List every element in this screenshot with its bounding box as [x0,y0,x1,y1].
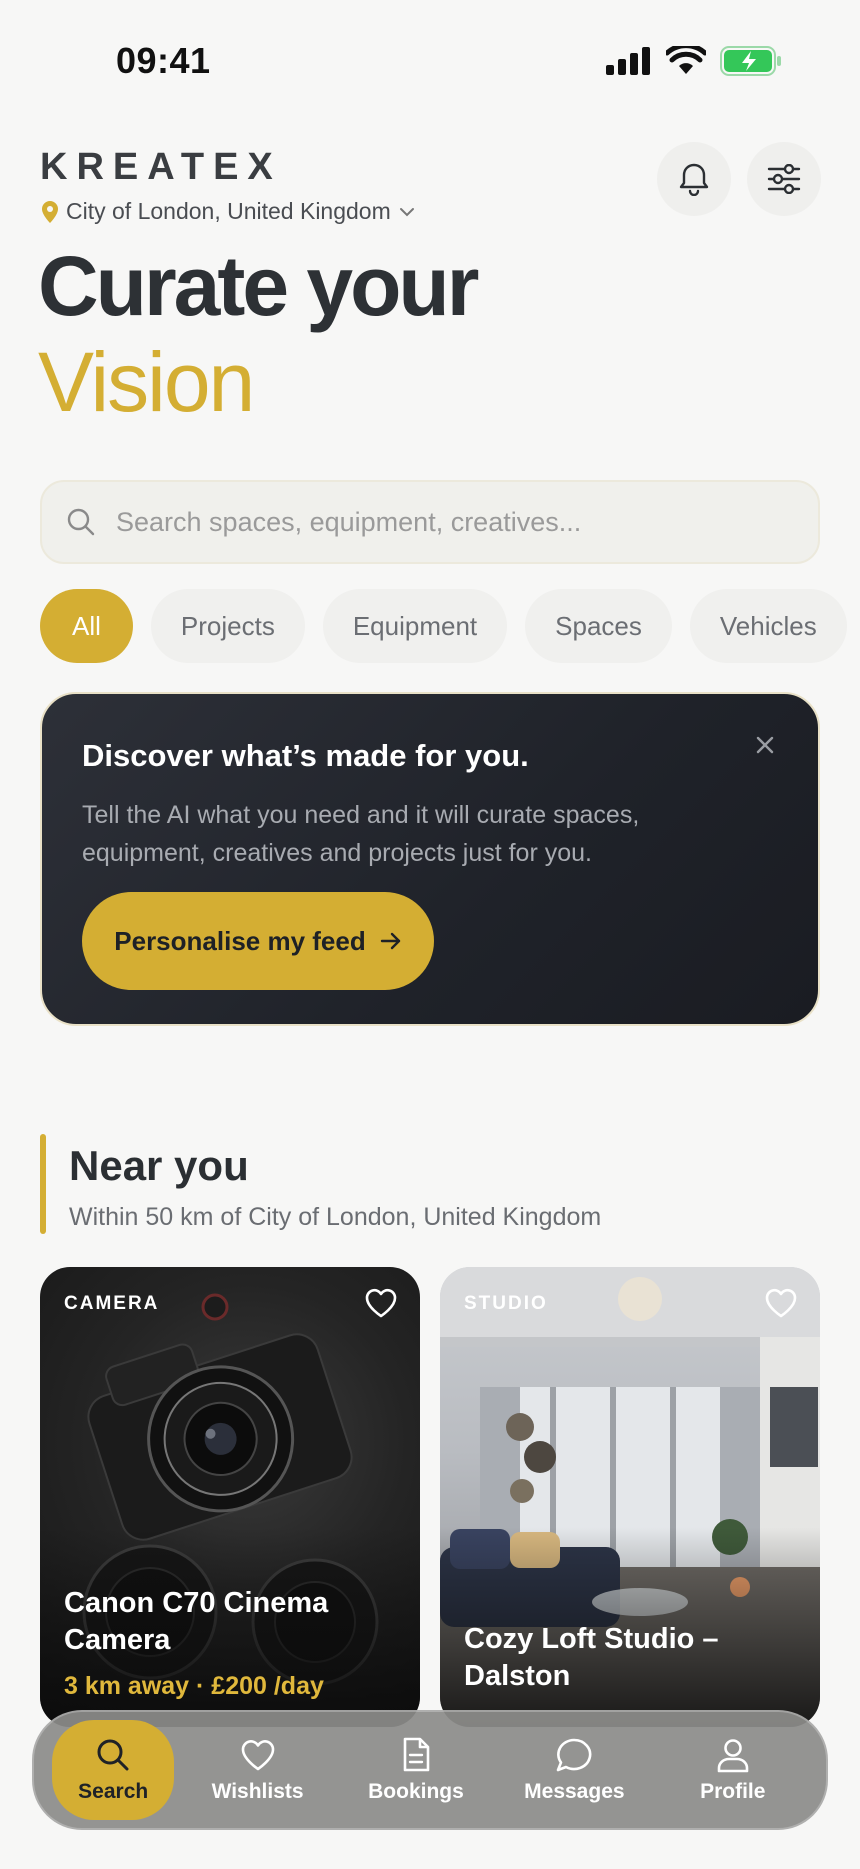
brand-logo: KREATEX [40,146,282,188]
personalise-promo-card: Discover what’s made for you. Tell the A… [40,692,820,1026]
chip-spaces[interactable]: Spaces [525,589,672,663]
promo-title: Discover what’s made for you. [82,738,529,773]
cellular-signal-icon [606,47,650,75]
wishlist-button[interactable] [764,1287,798,1324]
heart-icon [365,1288,397,1318]
card-category-tag: CAMERA [64,1293,160,1314]
bottom-tab-bar: Search Wishlists Bookings Messages Profi… [32,1710,828,1830]
close-icon [756,736,774,754]
tab-profile[interactable]: Profile [658,1720,808,1820]
search-icon [67,508,95,536]
home-indicator-area [0,1840,860,1869]
tab-wishlists[interactable]: Wishlists [183,1720,333,1820]
location-label: City of London, United Kingdom [66,198,391,224]
section-subtitle-near-you: Within 50 km of City of London, United K… [69,1203,602,1231]
hero-title-accent: Vision [38,335,255,429]
heart-icon [765,1288,797,1318]
listing-card-camera[interactable]: CAMERA Canon C70 Cinema Camera 3 km away… [40,1267,420,1727]
heart-icon [241,1740,274,1771]
tab-label: Messages [524,1780,625,1803]
status-bar: 09:41 [0,0,860,120]
chip-all[interactable]: All [40,589,133,663]
tab-bookings[interactable]: Bookings [341,1720,491,1820]
chip-equipment[interactable]: Equipment [322,589,508,663]
location-selector[interactable]: City of London, United Kingdom [42,198,415,225]
promo-close-button[interactable] [750,730,780,760]
tab-label: Profile [700,1780,766,1803]
promo-description: Tell the AI what you need and it will cu… [82,801,640,867]
card-title: Canon C70 Cinema Camera [64,1587,329,1656]
tab-search[interactable]: Search [52,1720,175,1820]
personalise-feed-label: Personalise my feed [114,925,366,956]
card-meta: 3 km away · £200 /day [64,1672,324,1700]
search-icon [97,1739,129,1771]
wifi-icon [666,46,706,74]
card-title: Cozy Loft Studio – Dalston [464,1623,719,1692]
search-bar[interactable] [40,480,820,564]
tab-label: Bookings [368,1780,464,1803]
battery-charging-icon [720,46,781,76]
chat-bubble-icon [557,1738,592,1772]
category-chips: All Projects Equipment Spaces Vehicles [40,589,847,663]
hero-title: Curate your [38,239,479,333]
map-pin-icon [42,200,58,223]
listing-card-studio[interactable]: STUDIO Cozy Loft Studio – Dalston [440,1267,820,1727]
section-accent-bar [40,1134,46,1234]
tab-label: Wishlists [211,1780,304,1803]
tab-label: Search [78,1780,149,1803]
arrow-right-icon [380,932,400,950]
wishlist-button[interactable] [364,1287,398,1324]
person-icon [717,1739,749,1773]
card-category-tag: STUDIO [464,1293,548,1314]
chevron-down-icon [399,207,414,216]
section-title-near-you: Near you [69,1142,249,1189]
notifications-button[interactable] [657,142,731,216]
chip-projects[interactable]: Projects [150,589,305,663]
personalise-feed-button[interactable]: Personalise my feed [82,892,434,990]
status-time: 09:41 [116,40,211,81]
status-icons [606,46,782,76]
tab-messages[interactable]: Messages [499,1720,649,1820]
document-icon [403,1737,430,1772]
bell-icon [679,163,709,196]
search-input[interactable] [116,506,776,538]
chip-vehicles[interactable]: Vehicles [689,589,847,663]
sliders-icon [767,164,801,194]
filters-button[interactable] [747,142,821,216]
